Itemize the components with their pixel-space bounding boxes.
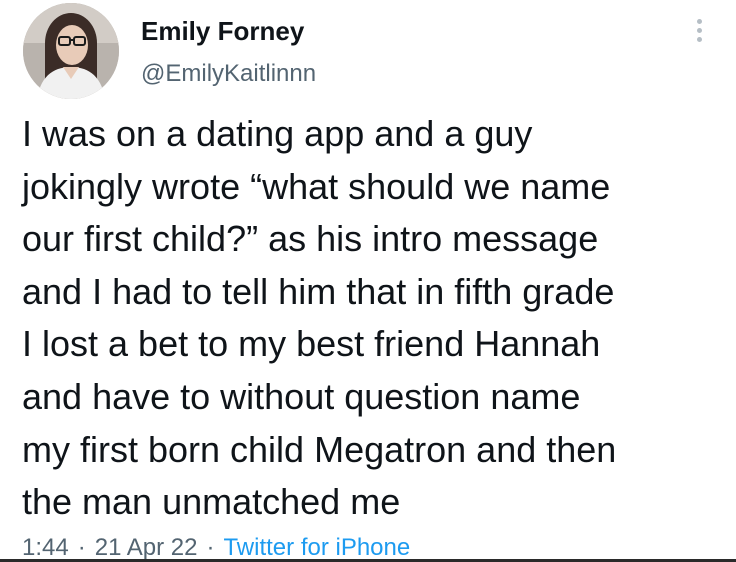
avatar-photo-icon (23, 3, 119, 99)
tweet-text-line: the man unmatched me (22, 481, 401, 523)
tweet-text-line: our first child?” as his intro message (22, 218, 599, 260)
more-vertical-icon[interactable] (689, 16, 709, 50)
meta-separator: · (206, 534, 215, 561)
tweet-text-line: and I had to tell him that in fifth grad… (22, 270, 615, 312)
tweet-metadata: 1:44 · 21 Apr 22 · Twitter for iPhone (22, 533, 410, 562)
tweet-text-line: my first born child Megatron and then (22, 428, 617, 470)
tweet-time[interactable]: 1:44 (22, 534, 69, 561)
source-link[interactable]: Twitter for iPhone (223, 534, 410, 561)
tweet-text: I was on a dating app and a guy jokingly… (22, 108, 727, 529)
meta-separator: · (77, 534, 86, 561)
tweet-text-line: I was on a dating app and a guy (22, 113, 533, 154)
user-handle[interactable]: @EmilyKaitlinnn (141, 60, 316, 88)
tweet-card: Emily Forney @EmilyKaitlinnn I was on a … (0, 0, 736, 562)
display-name[interactable]: Emily Forney (141, 16, 304, 47)
tweet-text-line: and have to without question name (22, 375, 581, 417)
tweet-text-line: jokingly wrote “what should we name (22, 165, 611, 207)
tweet-date[interactable]: 21 Apr 22 (95, 534, 198, 561)
tweet-text-line: I lost a bet to my best friend Hannah (22, 323, 601, 365)
avatar[interactable] (23, 3, 119, 99)
